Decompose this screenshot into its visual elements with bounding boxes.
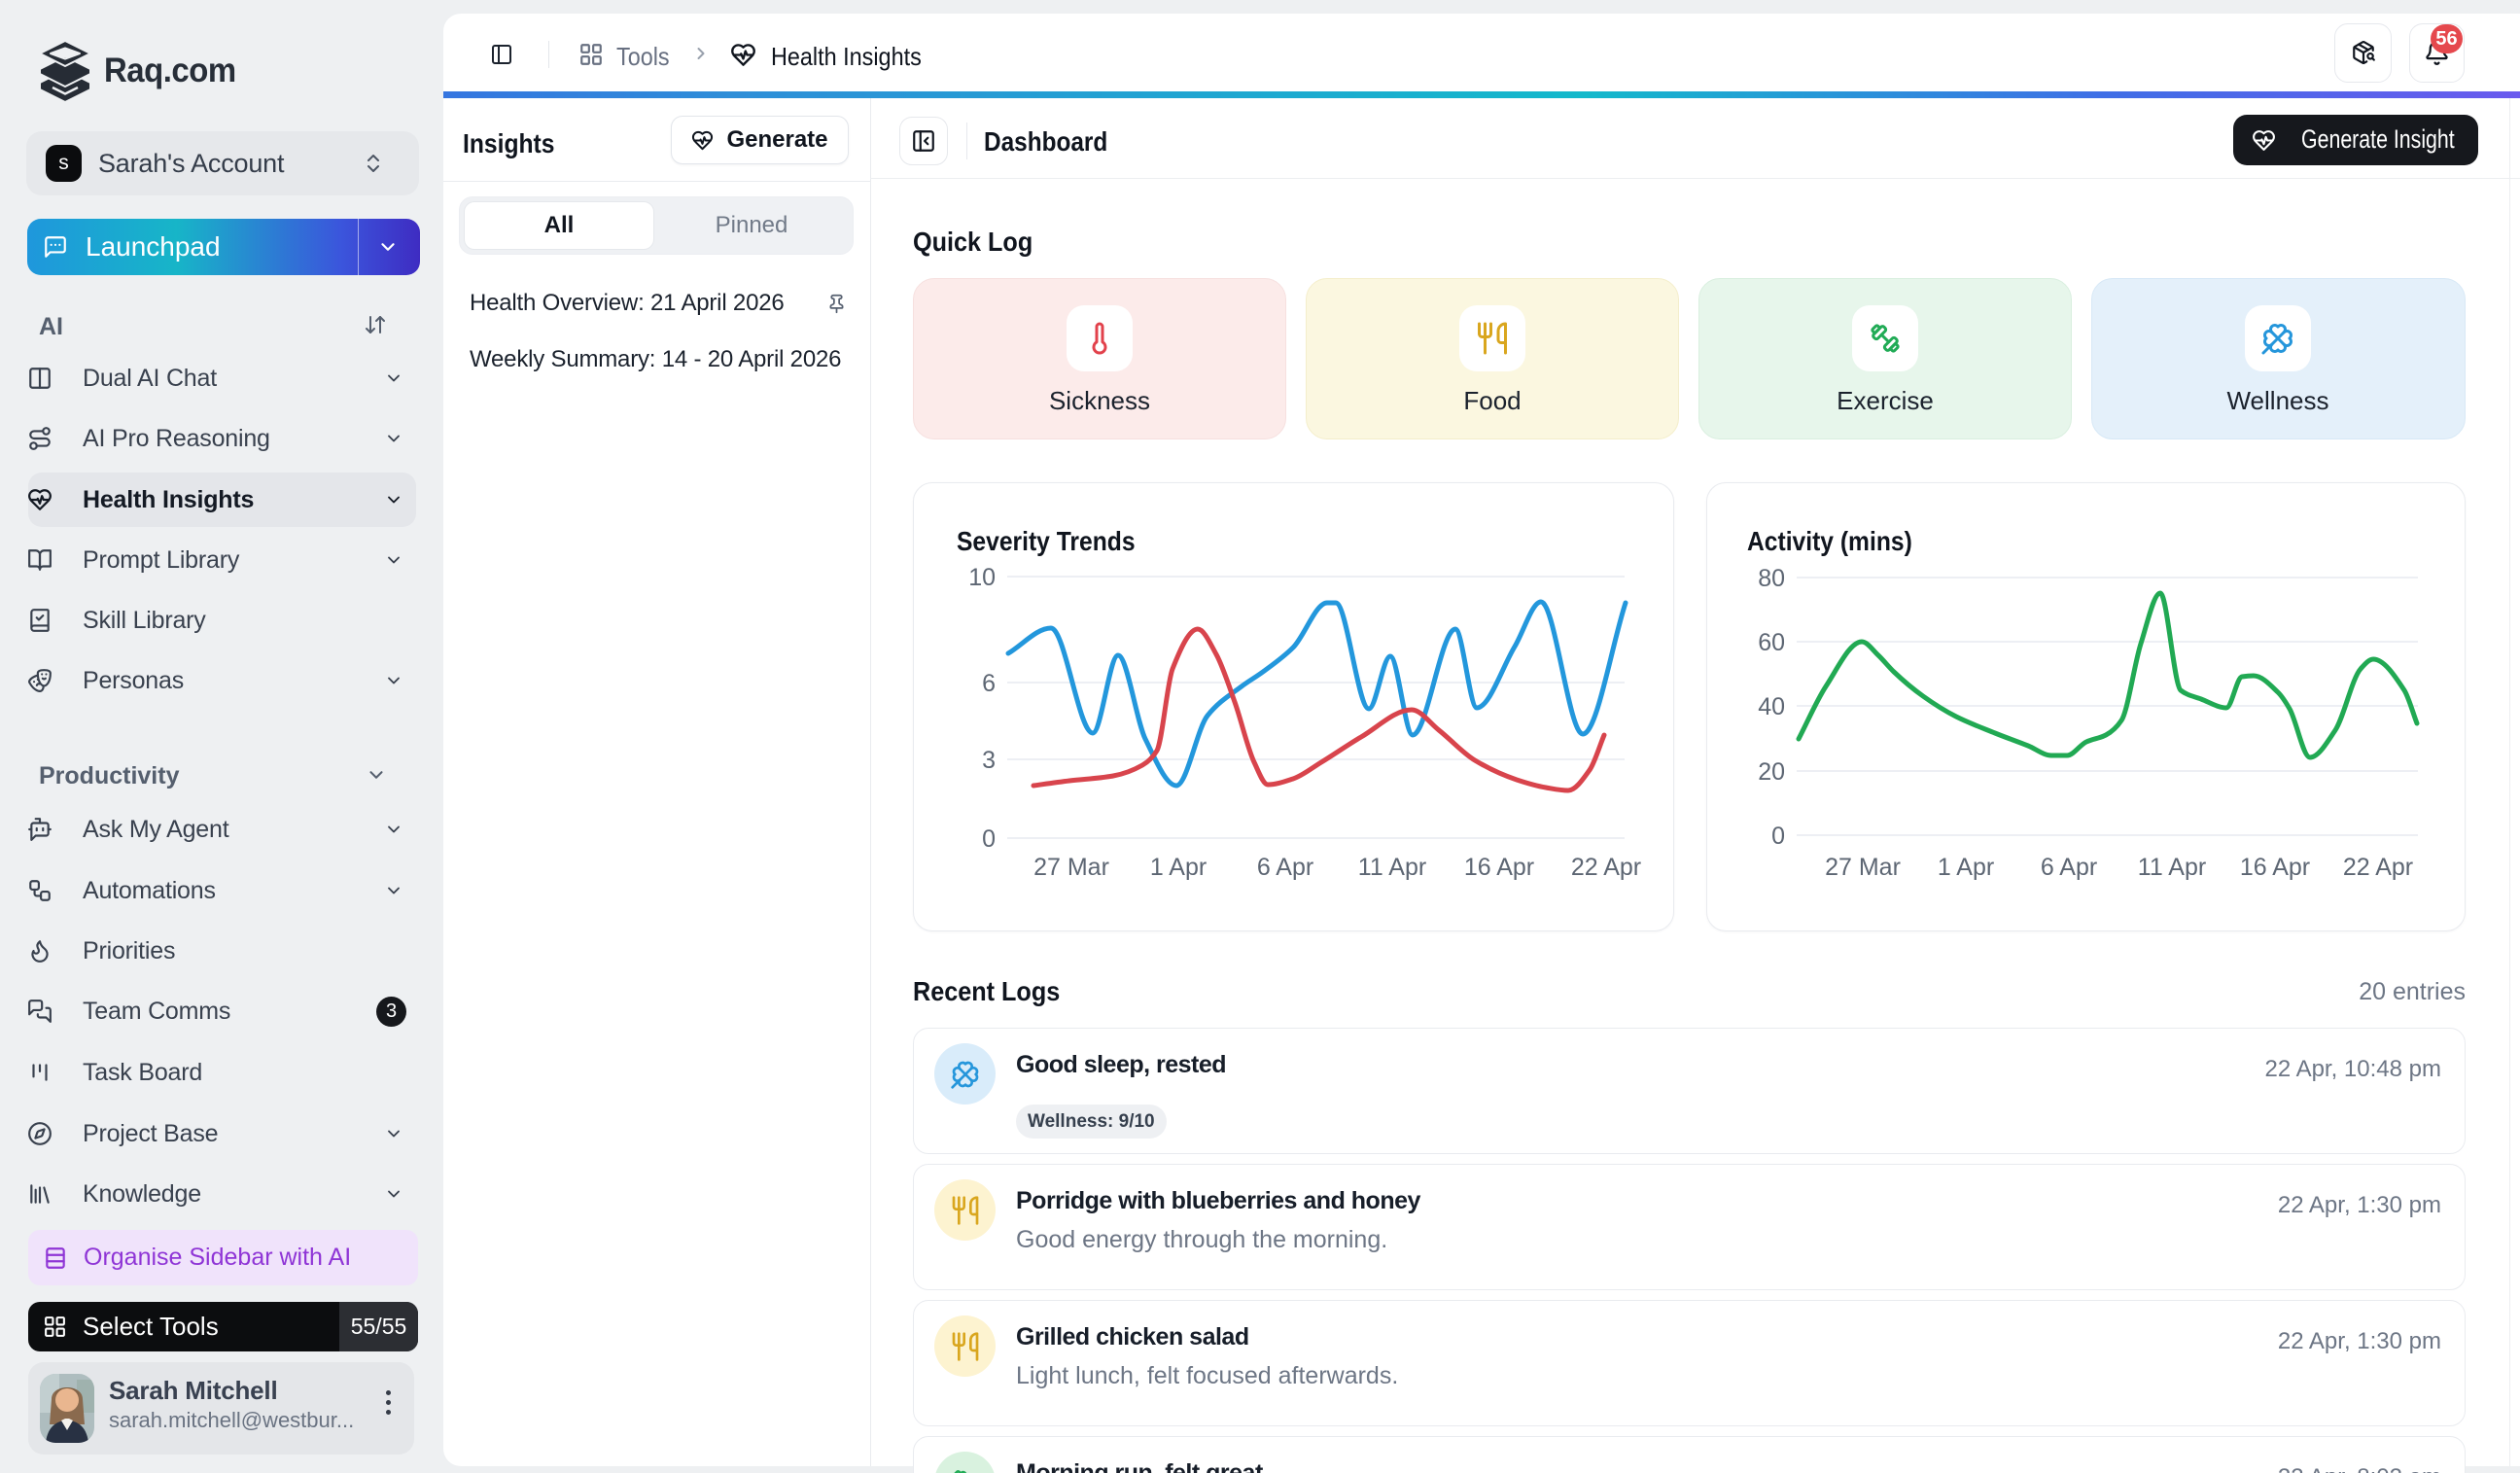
svg-text:20: 20 [1758, 758, 1785, 786]
svg-text:27 Mar: 27 Mar [1825, 854, 1901, 881]
svg-text:22 Apr: 22 Apr [1571, 854, 1641, 881]
svg-text:16 Apr: 16 Apr [1464, 854, 1534, 881]
svg-text:27 Mar: 27 Mar [1033, 854, 1109, 881]
svg-text:11 Apr: 11 Apr [1358, 854, 1426, 881]
svg-text:6 Apr: 6 Apr [1257, 854, 1313, 881]
svg-text:80: 80 [1758, 565, 1785, 592]
svg-text:6 Apr: 6 Apr [2041, 854, 2097, 881]
svg-text:60: 60 [1758, 629, 1785, 656]
svg-text:11 Apr: 11 Apr [2138, 854, 2206, 881]
svg-text:1 Apr: 1 Apr [1150, 854, 1207, 881]
svg-text:1 Apr: 1 Apr [1938, 854, 1994, 881]
svg-text:22 Apr: 22 Apr [2343, 854, 2413, 881]
svg-text:6: 6 [982, 670, 996, 697]
svg-text:10: 10 [968, 564, 996, 591]
svg-text:0: 0 [1771, 823, 1785, 850]
svg-text:3: 3 [982, 747, 996, 774]
svg-text:40: 40 [1758, 693, 1785, 720]
svg-text:0: 0 [982, 825, 996, 853]
svg-text:16 Apr: 16 Apr [2240, 854, 2310, 881]
